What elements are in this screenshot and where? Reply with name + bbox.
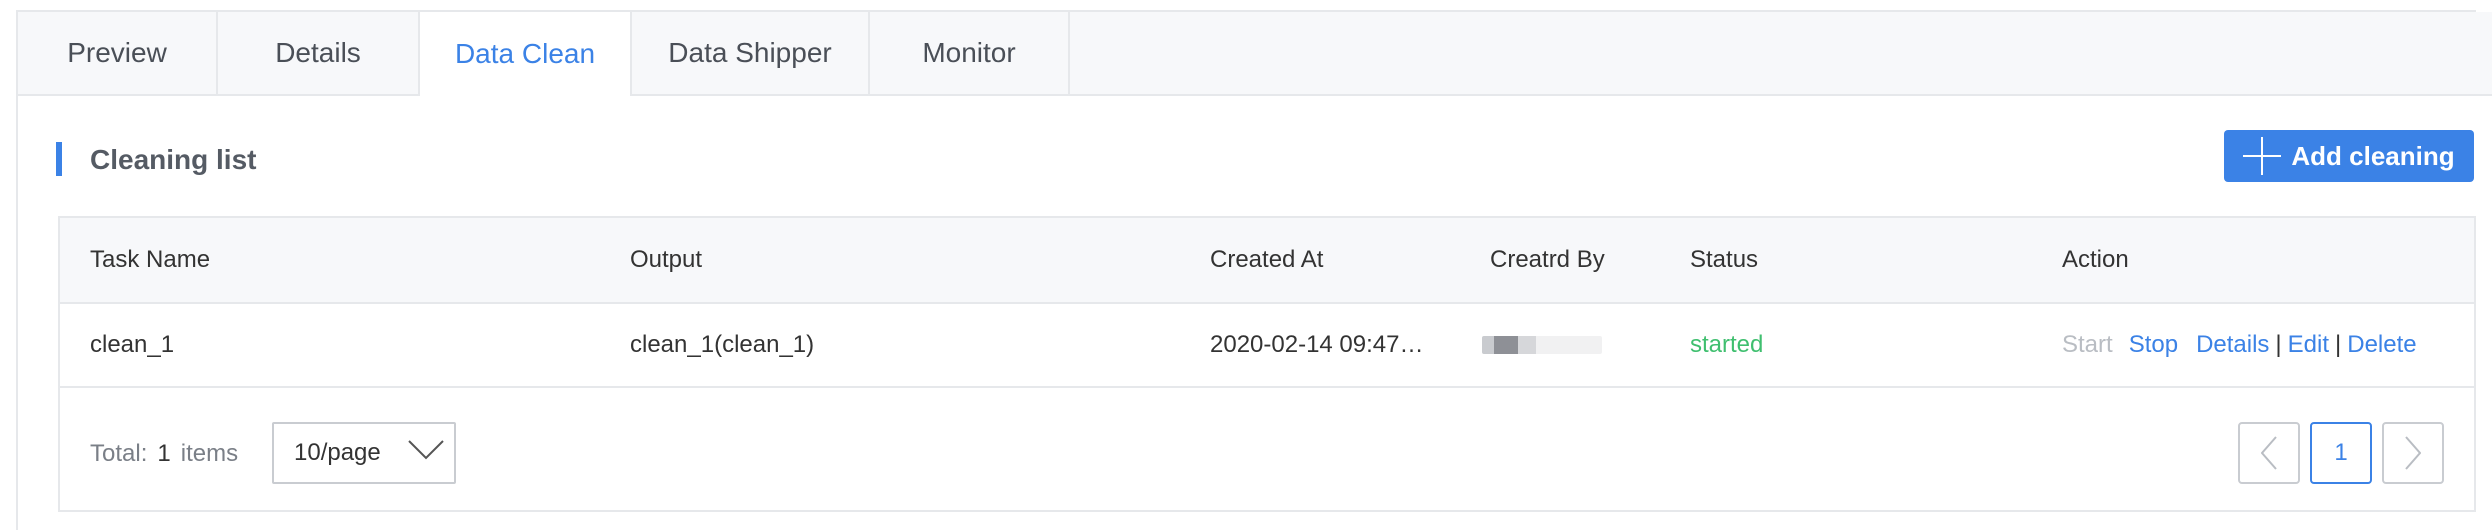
tab-details[interactable]: Details [218, 12, 420, 94]
section-accent-bar [56, 142, 62, 176]
redacted-username [1482, 336, 1602, 354]
total-items: Total: 1 items [90, 390, 238, 518]
edit-action[interactable]: Edit [2288, 331, 2329, 359]
header-created-at: Created At [1210, 246, 1324, 273]
chevron-down-icon [408, 440, 444, 460]
add-cleaning-button[interactable]: Add cleaning [2224, 130, 2474, 182]
cell-task-name: clean_1 [90, 331, 175, 358]
details-action[interactable]: Details [2196, 331, 2269, 359]
chevron-left-icon [2261, 436, 2277, 470]
header-action: Action [2062, 246, 2129, 273]
add-cleaning-label: Add cleaning [2291, 140, 2455, 171]
plus-icon [2243, 137, 2282, 175]
table-footer: Total: 1 items 10/page 1 [60, 390, 2474, 510]
table-row: clean_1 clean_1(clean_1) 2020-02-14 09:4… [60, 304, 2474, 388]
total-label: Total: [90, 440, 148, 467]
tab-monitor[interactable]: Monitor [870, 12, 1070, 94]
status-badge: started [1690, 331, 1764, 358]
section-title: Cleaning list [90, 144, 257, 175]
header-task-name: Task Name [90, 246, 211, 273]
action-separator: | [2335, 331, 2342, 358]
cell-output: clean_1(clean_1) [630, 331, 815, 358]
header-output: Output [630, 246, 703, 273]
cell-actions: Start Stop Details | Edit | Delete [2062, 304, 2417, 386]
tab-bar: Preview Details Data Clean Data Shipper … [18, 12, 2492, 96]
header-status: Status [1690, 246, 1759, 273]
total-count: 1 [157, 440, 171, 467]
page-size-select[interactable]: 10/page [272, 422, 456, 484]
page-size-value: 10/page [294, 439, 381, 466]
delete-action[interactable]: Delete [2347, 331, 2416, 359]
table-header: Task Name Output Created At Creatrd By S… [60, 218, 2474, 304]
start-action[interactable]: Start [2062, 331, 2113, 359]
cell-created-at: 2020-02-14 09:47… [1210, 331, 1424, 358]
header-created-by: Creatrd By [1490, 246, 1605, 273]
chevron-right-icon [2405, 436, 2421, 470]
page-number-current[interactable]: 1 [2310, 422, 2372, 484]
stop-action[interactable]: Stop [2129, 331, 2178, 359]
prev-page-button[interactable] [2238, 422, 2300, 484]
cell-created-by [1482, 304, 1602, 386]
tab-preview[interactable]: Preview [18, 12, 218, 94]
total-unit: items [180, 440, 239, 467]
action-separator: | [2275, 331, 2282, 358]
next-page-button[interactable] [2382, 422, 2444, 484]
cleaning-table: Task Name Output Created At Creatrd By S… [58, 216, 2476, 512]
tab-data-clean[interactable]: Data Clean [420, 12, 632, 96]
tab-data-shipper[interactable]: Data Shipper [632, 12, 870, 94]
